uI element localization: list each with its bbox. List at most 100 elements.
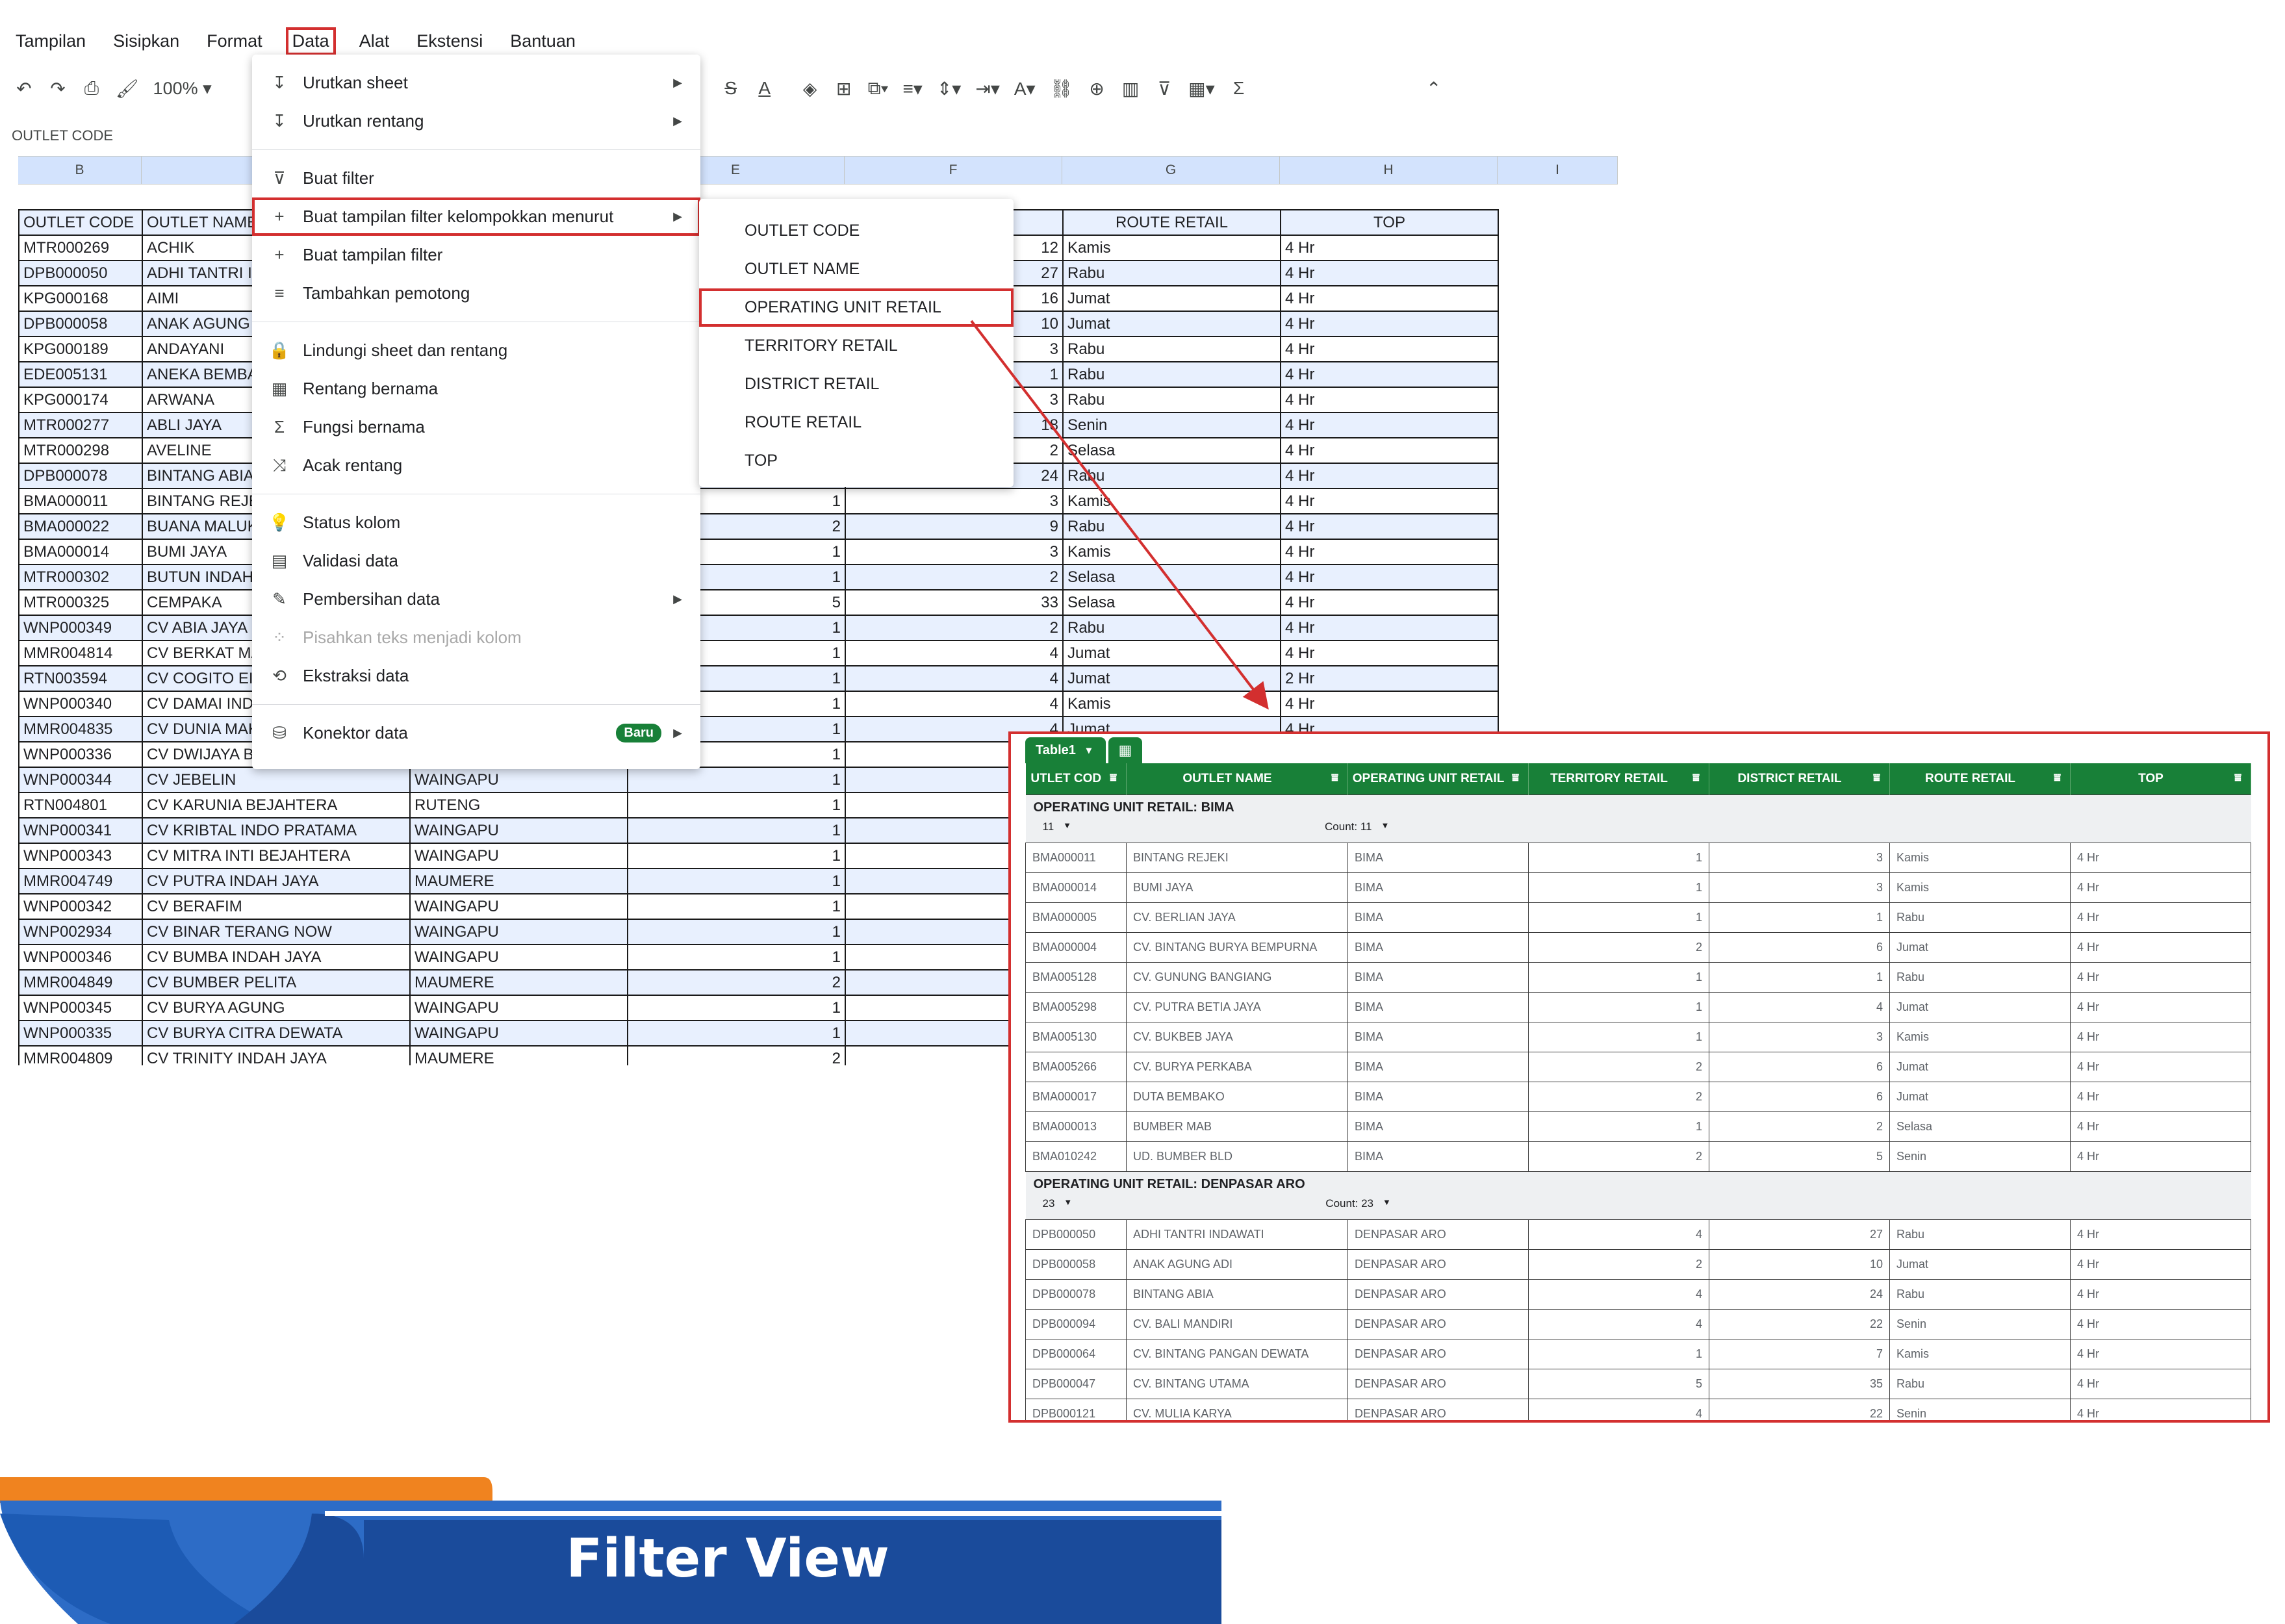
menu-item-data-validation[interactable]: ▤ Validasi data xyxy=(252,542,700,580)
cell[interactable]: KPG000189 xyxy=(18,336,143,362)
cell[interactable]: CV. MULIA KARYA xyxy=(1126,1398,1348,1420)
cell[interactable]: Rabu xyxy=(1889,1278,2071,1310)
cell[interactable]: DPB000058 xyxy=(1025,1249,1127,1280)
cell[interactable]: 1 xyxy=(627,868,846,894)
cell[interactable]: Jumat xyxy=(1062,640,1281,666)
cell[interactable]: WNP000343 xyxy=(18,843,143,869)
cell[interactable]: MAUMERE xyxy=(409,868,628,894)
col-header-f[interactable]: F xyxy=(845,157,1062,184)
fv-column-header[interactable]: OUTLET NAME ⩸ xyxy=(1126,763,1348,794)
cell[interactable]: 4 Hr xyxy=(1280,589,1499,616)
cell[interactable]: Rabu xyxy=(1889,902,2071,933)
cell[interactable]: EDE005131 xyxy=(18,361,143,388)
cell[interactable]: RTN003594 xyxy=(18,665,143,692)
cell[interactable]: 4 Hr xyxy=(1280,285,1499,312)
cell[interactable]: 4 xyxy=(1528,1398,1709,1420)
cell[interactable]: 4 Hr xyxy=(2070,991,2251,1022)
cell[interactable]: MTR000277 xyxy=(18,412,143,438)
cell[interactable]: 4 Hr xyxy=(1280,564,1499,590)
cell[interactable]: DPB000078 xyxy=(1025,1278,1127,1310)
submenu-item[interactable]: DISTRICT RETAIL xyxy=(699,365,1014,403)
fill-color-icon[interactable]: ◈ xyxy=(800,78,820,99)
cell[interactable]: WAINGAPU xyxy=(409,944,628,971)
zoom-select[interactable]: 100% ▾ xyxy=(153,79,212,99)
vertical-align-icon[interactable]: ⇕▾ xyxy=(937,78,962,99)
cell[interactable]: WAINGAPU xyxy=(409,817,628,844)
cell[interactable]: CV. BINTANG UTAMA xyxy=(1126,1368,1348,1399)
paint-format-icon[interactable]: 🖌 xyxy=(116,78,139,99)
cell[interactable]: WNP000344 xyxy=(18,767,143,793)
cell[interactable]: WNP000342 xyxy=(18,893,143,920)
cell[interactable]: MMR004809 xyxy=(18,1045,143,1065)
cell[interactable]: DPB000078 xyxy=(18,463,143,489)
cell[interactable]: CV JEBELIN xyxy=(142,767,411,793)
cell[interactable]: Jumat xyxy=(1889,932,2071,963)
submenu-item[interactable]: TOP xyxy=(699,442,1014,480)
cell[interactable]: 4 Hr xyxy=(1280,336,1499,362)
cell[interactable]: WNP000345 xyxy=(18,995,143,1021)
cell[interactable]: 4 Hr xyxy=(1280,691,1499,717)
cell[interactable]: WNP000341 xyxy=(18,817,143,844)
cell[interactable]: 1 xyxy=(1528,902,1709,933)
cell[interactable]: Kamis xyxy=(1889,842,2071,873)
print-icon[interactable]: ⎙ xyxy=(82,78,101,99)
cell[interactable]: 1 xyxy=(627,944,846,971)
cell[interactable]: MAUMERE xyxy=(409,969,628,996)
cell[interactable]: 4 Hr xyxy=(2070,872,2251,903)
col-header-b[interactable]: B xyxy=(18,157,142,184)
menu-item-column-stats[interactable]: 💡 Status kolom xyxy=(252,503,700,542)
cell[interactable]: 1 xyxy=(1528,1338,1709,1369)
cell[interactable]: DPB000050 xyxy=(18,260,143,286)
cell[interactable]: Rabu xyxy=(1889,1219,2071,1250)
cell[interactable]: 6 xyxy=(1709,1081,1890,1112)
cell[interactable]: CV BURYA CITRA DEWATA xyxy=(142,1020,411,1047)
cell[interactable]: UD. BUMBER BLD xyxy=(1126,1141,1348,1172)
cell[interactable]: WNP000349 xyxy=(18,615,143,641)
header-cell[interactable]: TOP xyxy=(1280,209,1499,236)
cell[interactable]: CV. BERLIAN JAYA xyxy=(1126,902,1348,933)
cell[interactable]: 4 Hr xyxy=(1280,615,1499,641)
menu-3[interactable]: Data xyxy=(285,27,336,55)
cell[interactable]: BMA000005 xyxy=(1025,902,1127,933)
cell[interactable]: WAINGAPU xyxy=(409,767,628,793)
cell[interactable]: Rabu xyxy=(1062,615,1281,641)
cell[interactable]: DUTA BEMBAKO xyxy=(1126,1081,1348,1112)
cell[interactable]: 22 xyxy=(1709,1398,1890,1420)
cell[interactable]: RTN004801 xyxy=(18,792,143,818)
menu-item-create-filter[interactable]: ⊽ Buat filter xyxy=(252,159,700,197)
fv-column-header[interactable]: DISTRICT RETAIL ⩸ xyxy=(1709,763,1890,794)
fv-column-header[interactable]: OPERATING UNIT RETAIL ⩸ xyxy=(1347,763,1529,794)
functions-icon[interactable]: Σ xyxy=(1229,78,1249,99)
cell[interactable]: 1 xyxy=(1528,842,1709,873)
cell[interactable]: MTR000269 xyxy=(18,235,143,261)
cell[interactable]: CV. BALI MANDIRI xyxy=(1126,1308,1348,1339)
menu-6[interactable]: Bantuan xyxy=(506,29,580,54)
cell[interactable]: WNP000340 xyxy=(18,691,143,717)
cell[interactable]: MTR000302 xyxy=(18,564,143,590)
cell[interactable]: Kamis xyxy=(1062,539,1281,565)
cell[interactable]: Senin xyxy=(1889,1141,2071,1172)
cell[interactable]: DENPASAR ARO xyxy=(1347,1249,1529,1280)
cell[interactable]: 4 Hr xyxy=(2070,842,2251,873)
cell[interactable]: 27 xyxy=(1709,1219,1890,1250)
cell[interactable]: BIMA xyxy=(1347,842,1529,873)
cell[interactable]: 4 Hr xyxy=(1280,412,1499,438)
menu-1[interactable]: Sisipkan xyxy=(109,29,183,54)
menu-item-sort-sheet[interactable]: ↧ Urutkan sheet ▶ xyxy=(252,64,700,102)
cell[interactable]: Senin xyxy=(1062,412,1281,438)
menu-item-protect-sheets[interactable]: 🔒 Lindungi sheet dan rentang xyxy=(252,331,700,370)
cell[interactable]: Kamis xyxy=(1889,872,2071,903)
menu-item-data-extraction[interactable]: ⟲ Ekstraksi data xyxy=(252,657,700,695)
text-wrap-icon[interactable]: ⇥▾ xyxy=(975,78,1000,99)
cell[interactable]: 1 xyxy=(1528,961,1709,993)
cell[interactable]: BMA005266 xyxy=(1025,1051,1127,1082)
header-cell[interactable]: OUTLET CODE xyxy=(18,209,143,236)
cell[interactable]: 1 xyxy=(627,817,846,844)
chart-icon[interactable]: ▥ xyxy=(1121,78,1140,99)
cell[interactable]: 4 Hr xyxy=(1280,513,1499,540)
cell[interactable]: 1 xyxy=(1709,961,1890,993)
cell[interactable]: BINTANG ABIA xyxy=(1126,1278,1348,1310)
cell[interactable]: 4 Hr xyxy=(1280,488,1499,514)
menu-item-randomize-range[interactable]: ⤨ Acak rentang xyxy=(252,446,700,485)
cell[interactable]: 2 xyxy=(1528,1141,1709,1172)
